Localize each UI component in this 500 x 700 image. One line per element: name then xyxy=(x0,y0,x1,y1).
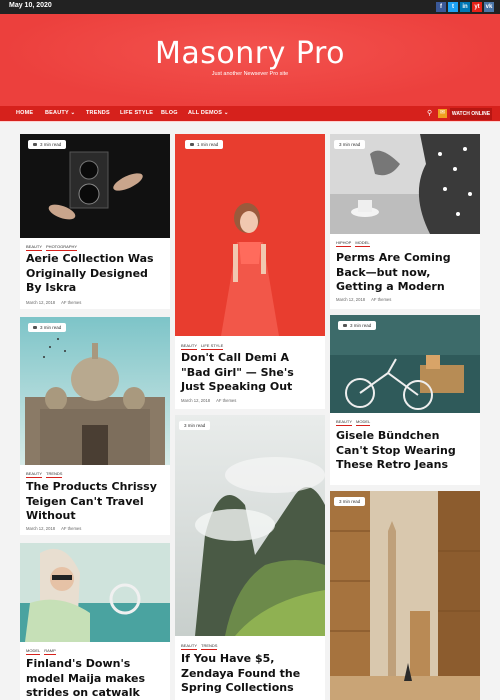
nav-item-life-style[interactable]: LIFE STYLE xyxy=(120,110,153,116)
read-time-badge: 1 min read xyxy=(185,140,224,149)
post-categories: BEAUTY TRENDS xyxy=(181,643,218,650)
mail-icon[interactable]: ✉ xyxy=(438,109,447,118)
nav-item-home[interactable]: HOME xyxy=(16,110,33,116)
facebook-icon[interactable]: f xyxy=(436,2,446,12)
post-title[interactable]: The Products Chrissy Teigen Can't Travel… xyxy=(26,480,164,524)
category-tag[interactable]: BEAUTY xyxy=(26,244,43,251)
nav-item-all-demos[interactable]: ALL DEMOS ⌄ xyxy=(188,110,229,116)
category-tag[interactable]: RAMP xyxy=(44,648,56,655)
post-meta: March 12, 2018 AF themes xyxy=(26,526,81,531)
post-title[interactable]: Finland's Down's model Maija makes strid… xyxy=(26,657,164,700)
post-categories: BEAUTY TRENDS xyxy=(26,471,63,478)
post-author[interactable]: AF themes xyxy=(371,297,391,302)
nav-item-blog[interactable]: BLOG xyxy=(161,110,178,116)
post-thumbnail[interactable]: 3 min read xyxy=(20,317,170,465)
post-thumbnail[interactable]: 3 min read xyxy=(20,134,170,238)
nav-item-beauty[interactable]: BEAUTY ⌄ xyxy=(45,110,75,116)
post-title[interactable]: If You Have $5, Zendaya Found the Spring… xyxy=(181,652,319,696)
post-date: March 12, 2018 xyxy=(336,297,366,302)
site-header: Masonry Pro Just another Newsever Pro si… xyxy=(0,14,500,106)
category-tag[interactable]: MODEL xyxy=(26,648,41,655)
nav-item-trends[interactable]: TRENDS xyxy=(86,110,110,116)
post-categories: BEAUTY PHOTOGRAPHY xyxy=(26,244,78,251)
post-card[interactable]: MODEL RAMP Finland's Down's model Maija … xyxy=(20,543,170,700)
category-tag[interactable]: MODEL xyxy=(356,419,371,426)
category-tag[interactable]: MODEL xyxy=(355,240,370,247)
post-thumbnail[interactable]: 3 min read xyxy=(175,415,325,636)
post-categories: MODEL RAMP xyxy=(26,648,56,655)
camera-icon xyxy=(33,326,37,329)
site-title[interactable]: Masonry Pro xyxy=(0,36,500,71)
main-nav: HOME BEAUTY ⌄ TRENDS LIFE STYLE BLOG ALL… xyxy=(0,106,500,122)
read-time-badge: 3 min read xyxy=(179,421,211,430)
search-icon[interactable]: ⚲ xyxy=(427,109,432,117)
post-title[interactable]: Aerie Collection Was Originally Designed… xyxy=(26,252,164,296)
post-title[interactable]: Perms Are Coming Back—but now, Getting a… xyxy=(336,251,474,295)
read-time-badge: 3 min read xyxy=(338,321,377,330)
post-card[interactable]: 3 min read BEAUTY MODEL Gisele Bündchen … xyxy=(330,315,480,485)
post-thumbnail[interactable]: 3 min read xyxy=(330,134,480,234)
post-meta: March 12, 2018 AF themes xyxy=(26,300,81,305)
watch-online-button[interactable]: WATCH ONLINE xyxy=(450,108,492,120)
top-bar: May 10, 2020 f t in yt vk xyxy=(0,0,500,14)
category-tag[interactable]: TRENDS xyxy=(201,643,218,650)
post-author[interactable]: AF themes xyxy=(216,398,236,403)
post-date: March 12, 2018 xyxy=(26,526,56,531)
vk-icon[interactable]: vk xyxy=(484,2,494,12)
category-tag[interactable]: LIFE STYLE xyxy=(201,343,224,350)
category-tag[interactable]: BEAUTY xyxy=(336,419,353,426)
read-time-text: 3 min read xyxy=(40,142,62,147)
video-icon xyxy=(190,143,194,146)
post-thumbnail[interactable]: 3 min read xyxy=(330,315,480,413)
post-card[interactable]: 3 min read BEAUTY TRENDS If You Have $5,… xyxy=(175,415,325,700)
current-date: May 10, 2020 xyxy=(9,2,52,9)
read-time-text: 3 min read xyxy=(339,142,361,147)
post-categories: BEAUTY MODEL xyxy=(336,419,371,426)
read-time-badge: 3 min read xyxy=(28,323,67,332)
youtube-icon[interactable]: yt xyxy=(472,2,482,12)
post-meta: March 12, 2018 AF themes xyxy=(336,297,391,302)
post-author[interactable]: AF themes xyxy=(61,300,81,305)
post-card[interactable]: 1 min read BEAUTY LIFE STYLE Don't Call … xyxy=(175,134,325,409)
post-card[interactable]: 3 min read BEAUTY TRENDS The Products Ch… xyxy=(20,317,170,535)
category-tag[interactable]: TRENDS xyxy=(46,471,63,478)
linkedin-icon[interactable]: in xyxy=(460,2,470,12)
read-time-badge: 3 min read xyxy=(28,140,67,149)
post-meta: March 12, 2018 AF themes xyxy=(181,398,236,403)
camera-icon xyxy=(33,143,37,146)
category-tag[interactable]: BEAUTY xyxy=(181,643,198,650)
read-time-text: 3 min read xyxy=(184,423,206,428)
post-title[interactable]: Don't Call Demi A "Bad Girl" — She's Jus… xyxy=(181,351,319,395)
post-card[interactable]: 3 min read BEAUTY PHOTOGRAPHY Aerie Coll… xyxy=(20,134,170,309)
site-tagline: Just another Newsever Pro site xyxy=(211,71,289,77)
post-date: March 12, 2018 xyxy=(181,398,211,403)
post-card[interactable]: 3 min read HIPHOP MODEL Perms Are Coming… xyxy=(330,134,480,309)
post-author[interactable]: AF themes xyxy=(61,526,81,531)
post-categories: HIPHOP MODEL xyxy=(336,240,370,247)
read-time-badge: 3 min read xyxy=(334,497,366,506)
post-thumbnail[interactable]: 1 min read xyxy=(175,134,325,336)
category-tag[interactable]: PHOTOGRAPHY xyxy=(46,244,78,251)
read-time-text: 3 min read xyxy=(350,323,372,328)
post-categories: BEAUTY LIFE STYLE xyxy=(181,343,224,350)
post-thumbnail[interactable]: 3 min read xyxy=(330,491,480,700)
post-thumbnail[interactable] xyxy=(20,543,170,642)
post-title[interactable]: Gisele Bündchen Can't Stop Wearing These… xyxy=(336,429,474,473)
read-time-text: 3 min read xyxy=(339,499,361,504)
nav-divider xyxy=(0,121,500,122)
post-date: March 12, 2018 xyxy=(26,300,56,305)
post-card[interactable]: 3 min read xyxy=(330,491,480,700)
read-time-badge: 3 min read xyxy=(334,140,366,149)
social-links: f t in yt vk xyxy=(436,2,494,12)
twitter-icon[interactable]: t xyxy=(448,2,458,12)
read-time-text: 3 min read xyxy=(40,325,62,330)
read-time-text: 1 min read xyxy=(197,142,219,147)
category-tag[interactable]: BEAUTY xyxy=(26,471,43,478)
category-tag[interactable]: HIPHOP xyxy=(336,240,352,247)
category-tag[interactable]: BEAUTY xyxy=(181,343,198,350)
camera-icon xyxy=(343,324,347,327)
